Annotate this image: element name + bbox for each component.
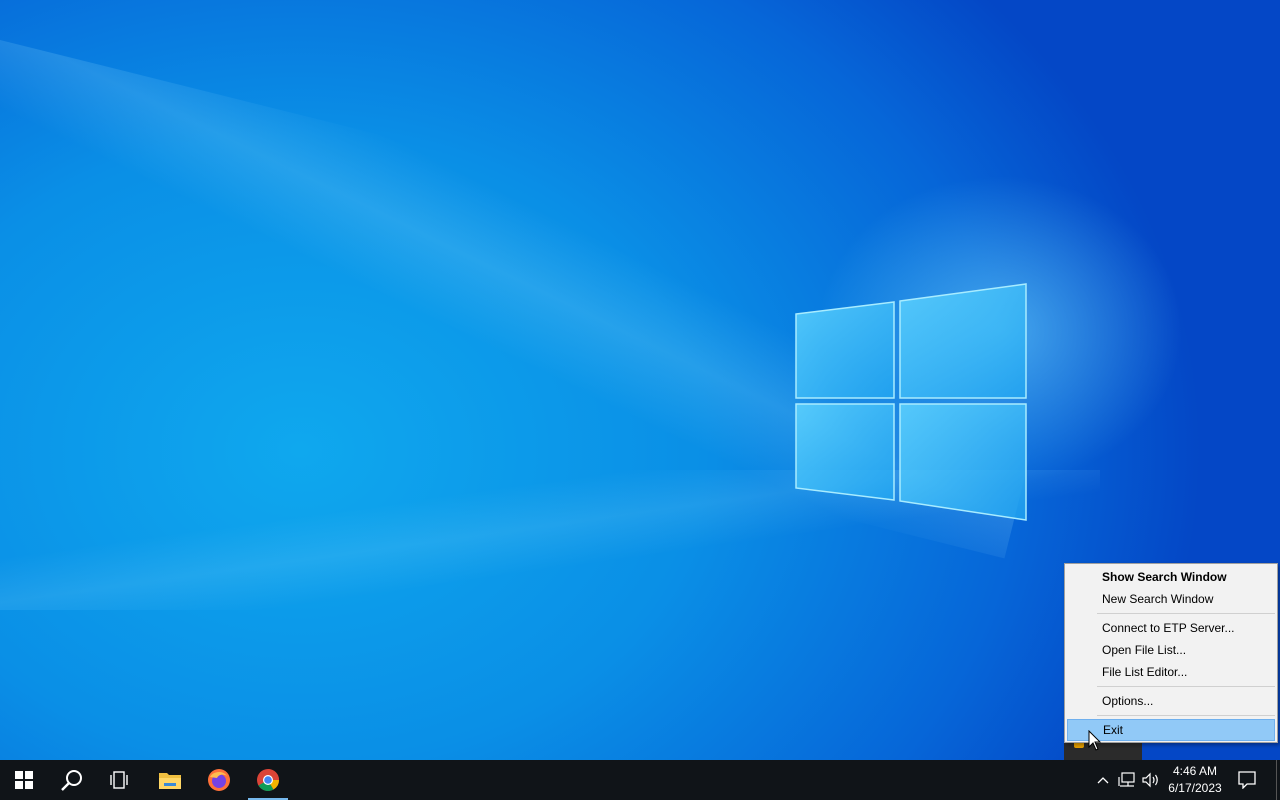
volume-button[interactable] — [1141, 770, 1161, 790]
menu-separator — [1097, 686, 1275, 687]
chrome-button[interactable] — [244, 760, 292, 800]
search-icon — [61, 770, 82, 791]
clock-date: 6/17/2023 — [1168, 781, 1222, 795]
network-button[interactable] — [1117, 770, 1137, 790]
task-view-icon — [110, 771, 128, 789]
menu-item-connect-etp-server[interactable]: Connect to ETP Server... — [1067, 617, 1275, 639]
show-desktop-button[interactable] — [1276, 760, 1280, 800]
firefox-icon — [208, 769, 230, 791]
taskbar: 4:46 AM 6/17/2023 — [0, 760, 1280, 800]
search-button[interactable] — [48, 760, 96, 800]
action-center-button[interactable] — [1237, 770, 1257, 790]
taskbar-clock[interactable]: 4:46 AM 6/17/2023 — [1160, 763, 1230, 797]
notification-icon — [1238, 771, 1256, 789]
show-hidden-icons-button[interactable] — [1093, 770, 1113, 790]
file-explorer-icon — [159, 773, 181, 789]
file-explorer-button[interactable] — [146, 760, 194, 800]
start-windows-icon — [15, 771, 33, 789]
windows-logo-wallpaper — [795, 283, 1027, 521]
clock-time: 4:46 AM — [1172, 764, 1218, 778]
chrome-icon — [257, 769, 279, 791]
menu-item-file-list-editor[interactable]: File List Editor... — [1067, 661, 1275, 683]
start-button[interactable] — [0, 760, 48, 800]
menu-item-options[interactable]: Options... — [1067, 690, 1275, 712]
firefox-button[interactable] — [195, 760, 243, 800]
network-icon — [1118, 772, 1135, 787]
menu-item-show-search-window[interactable]: Show Search Window — [1067, 566, 1275, 588]
menu-item-new-search-window[interactable]: New Search Window — [1067, 588, 1275, 610]
menu-separator — [1097, 613, 1275, 614]
chevron-up-icon — [1097, 777, 1109, 784]
mouse-cursor-icon — [1088, 730, 1102, 751]
menu-separator — [1097, 715, 1275, 716]
speaker-volume-icon — [1142, 772, 1158, 788]
menu-item-open-file-list[interactable]: Open File List... — [1067, 639, 1275, 661]
tray-context-menu: Show Search Window New Search Window Con… — [1064, 563, 1278, 743]
task-view-button[interactable] — [96, 760, 144, 800]
